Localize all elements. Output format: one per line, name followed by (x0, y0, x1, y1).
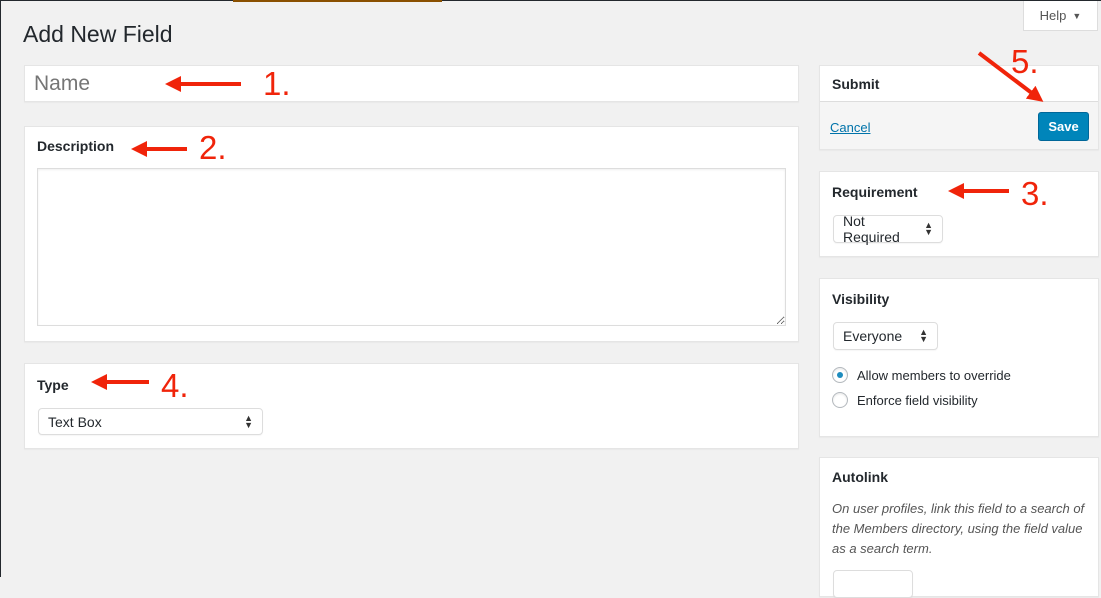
admin-bar-accent (233, 0, 442, 2)
requirement-select[interactable]: Not Required ▲ ▼ (833, 213, 943, 245)
visibility-selected: Everyone (843, 328, 903, 344)
select-arrows-icon: ▲ ▼ (244, 412, 253, 430)
requirement-box: Requirement Not Required ▲ ▼ (819, 171, 1099, 257)
type-box: Type Text Box ▲ ▼ (24, 363, 799, 449)
visibility-title: Visibility (832, 291, 890, 307)
autolink-box: Autolink On user profiles, link this fie… (819, 457, 1099, 598)
autolink-select[interactable] (833, 570, 913, 598)
cancel-link[interactable]: Cancel (830, 120, 870, 135)
radio-checked-icon[interactable] (832, 367, 848, 383)
radio-allow-override[interactable]: Allow members to override (832, 367, 1011, 383)
type-selected: Text Box (48, 413, 102, 430)
requirement-selected: Not Required (843, 213, 900, 245)
submit-box: Submit Cancel Save (819, 65, 1099, 150)
description-textarea[interactable] (37, 168, 786, 326)
select-arrows-icon: ▲ ▼ (924, 220, 933, 237)
autolink-title: Autolink (832, 469, 888, 485)
radio-enforce-visibility[interactable]: Enforce field visibility (832, 392, 978, 408)
radio-label: Allow members to override (857, 367, 1011, 383)
type-select[interactable]: Text Box ▲ ▼ (38, 408, 263, 435)
submit-footer: Cancel Save (820, 101, 1098, 149)
caret-down-icon: ▼ (1072, 10, 1082, 21)
submit-title: Submit (832, 76, 880, 92)
radio-label: Enforce field visibility (857, 392, 978, 408)
select-arrows-icon: ▲ ▼ (919, 327, 928, 344)
name-input[interactable] (24, 65, 799, 102)
page-title: Add New Field (23, 21, 173, 47)
annotation-1: 1. (263, 65, 291, 102)
description-label: Description (37, 138, 115, 154)
help-label: Help (1039, 8, 1067, 23)
radio-unchecked-icon[interactable] (832, 392, 848, 408)
annotation-5: 5. (1011, 43, 1039, 80)
autolink-description: On user profiles, link this field to a s… (832, 501, 1085, 556)
description-box: Description (24, 126, 799, 342)
type-label: Type (37, 377, 69, 393)
annotation-3: 3. (1021, 175, 1049, 212)
save-button[interactable]: Save (1038, 112, 1089, 141)
visibility-box: Visibility Everyone ▲ ▼ Allow members to o… (819, 278, 1099, 437)
requirement-title: Requirement (832, 184, 918, 200)
help-button[interactable]: Help ▼ (1023, 1, 1098, 31)
annotation-2: 2. (199, 129, 227, 166)
annotation-4: 4. (161, 367, 189, 404)
visibility-select[interactable]: Everyone ▲ ▼ (833, 322, 938, 350)
